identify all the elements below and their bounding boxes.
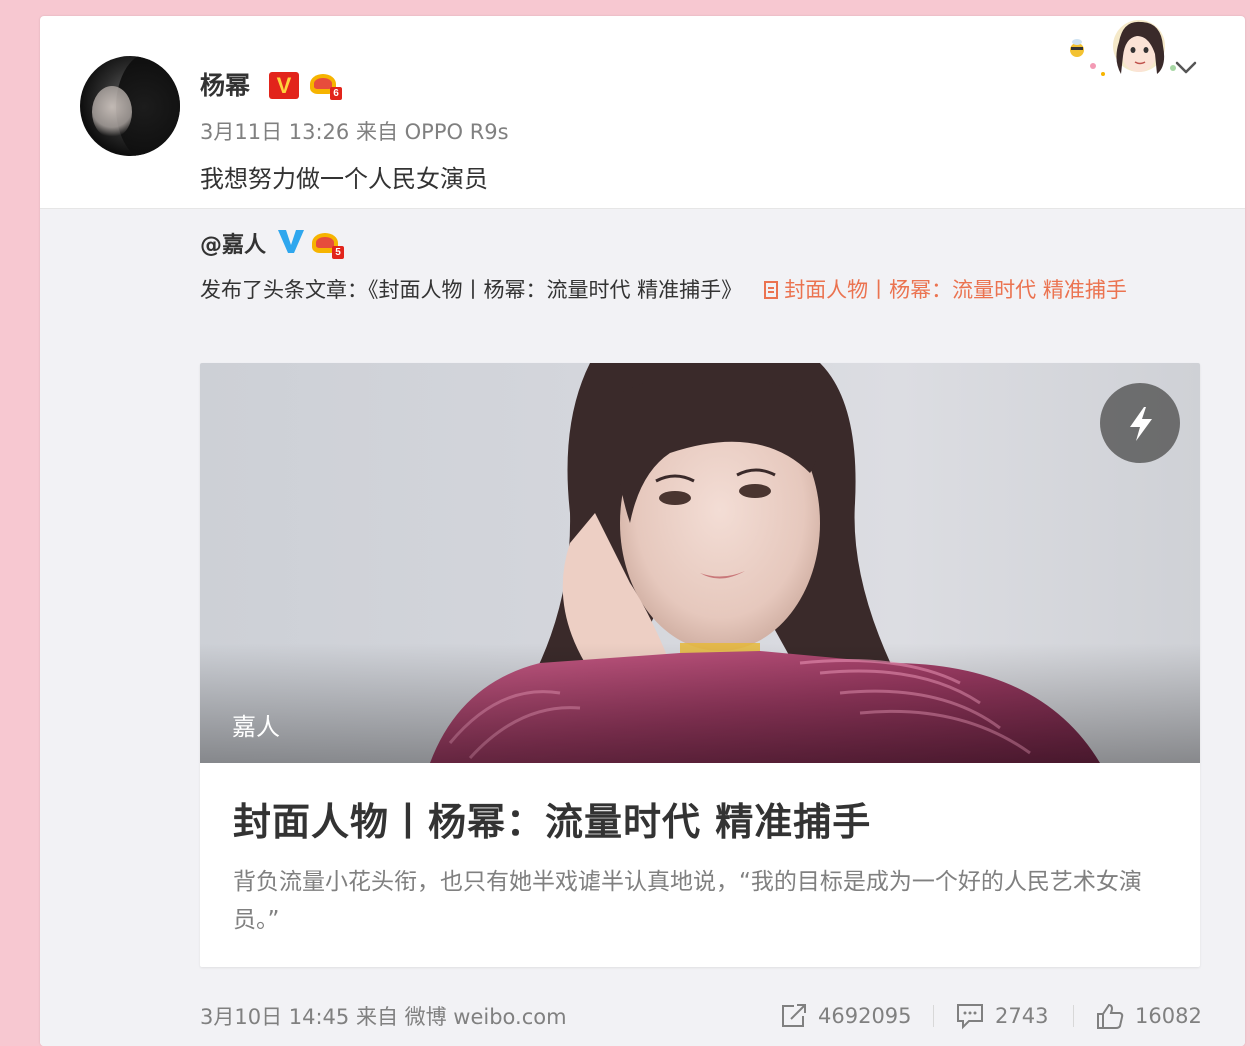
article-summary: 背负流量小花头衔，也只有她半戏谑半认真地说，“我的目标是成为一个好的人民艺术女演… bbox=[233, 869, 1142, 933]
crown-icon[interactable]: 5 bbox=[310, 229, 344, 259]
weibo-post-card: 杨幂 V 6 3月11日 13:26 来自 OPPO R9s 我想努力做一个人民… bbox=[40, 16, 1245, 1046]
share-button[interactable]: 4692095 bbox=[780, 999, 912, 1033]
article-cover-image[interactable]: 嘉人 bbox=[200, 363, 1200, 763]
comment-button[interactable]: 2743 bbox=[955, 999, 1048, 1033]
share-count: 4692095 bbox=[818, 1004, 912, 1028]
crown-level-badge: 5 bbox=[332, 246, 344, 259]
verified-v-icon[interactable]: V bbox=[269, 72, 299, 99]
divider bbox=[1073, 1005, 1074, 1027]
repost-text: 发布了头条文章：《封面人物丨杨幂：流量时代 精准捕手》 封面人物丨杨幂：流量时代 … bbox=[200, 269, 1200, 311]
post-timestamp-source[interactable]: 3月11日 13:26 来自 OPPO R9s bbox=[200, 116, 509, 146]
article-card[interactable]: 嘉人 封面人物丨杨幂：流量时代 精准捕手 背负流量小花头衔，也只有她半戏谑半认真… bbox=[200, 363, 1200, 967]
like-icon bbox=[1097, 1003, 1124, 1029]
comment-count: 2743 bbox=[995, 1004, 1049, 1028]
repost-username[interactable]: @嘉人 bbox=[200, 227, 266, 259]
flash-icon bbox=[1130, 407, 1152, 441]
article-link[interactable]: 封面人物丨杨幂：流量时代 精准捕手 bbox=[784, 278, 1127, 302]
repost-container: @嘉人 5 发布了头条文章：《封面人物丨杨幂：流量时代 精准捕手》封面人物丨杨幂… bbox=[40, 208, 1245, 1046]
doc-icon bbox=[764, 281, 779, 299]
card-decoration-icon bbox=[1070, 20, 1176, 76]
cover-gradient bbox=[200, 643, 1200, 763]
post-text: 我想努力做一个人民女演员 bbox=[200, 165, 488, 193]
verified-blue-v-icon bbox=[278, 230, 304, 253]
article-title[interactable]: 封面人物丨杨幂：流量时代 精准捕手 bbox=[233, 791, 871, 846]
crown-icon[interactable]: 6 bbox=[308, 70, 342, 100]
dropdown-chevron-icon[interactable] bbox=[1174, 56, 1198, 80]
avatar[interactable] bbox=[80, 56, 180, 156]
share-icon bbox=[782, 1004, 806, 1027]
like-count: 16082 bbox=[1135, 1004, 1202, 1028]
like-button[interactable]: 16082 bbox=[1095, 999, 1202, 1033]
post-username[interactable]: 杨幂 bbox=[200, 66, 250, 102]
flash-button[interactable] bbox=[1100, 383, 1180, 463]
comment-icon bbox=[957, 1004, 983, 1030]
divider bbox=[933, 1005, 934, 1027]
crown-level-badge: 6 bbox=[330, 87, 342, 100]
repost-text-prefix: 发布了头条文章：《封面人物丨杨幂：流量时代 精准捕手》 bbox=[200, 278, 743, 302]
repost-footer: 3月10日 14:45 来自 微博 weibo.com 4692095 2743 bbox=[200, 999, 1202, 1033]
cover-source-label: 嘉人 bbox=[232, 713, 280, 741]
repost-timestamp-source[interactable]: 3月10日 14:45 来自 微博 weibo.com bbox=[200, 1001, 567, 1031]
